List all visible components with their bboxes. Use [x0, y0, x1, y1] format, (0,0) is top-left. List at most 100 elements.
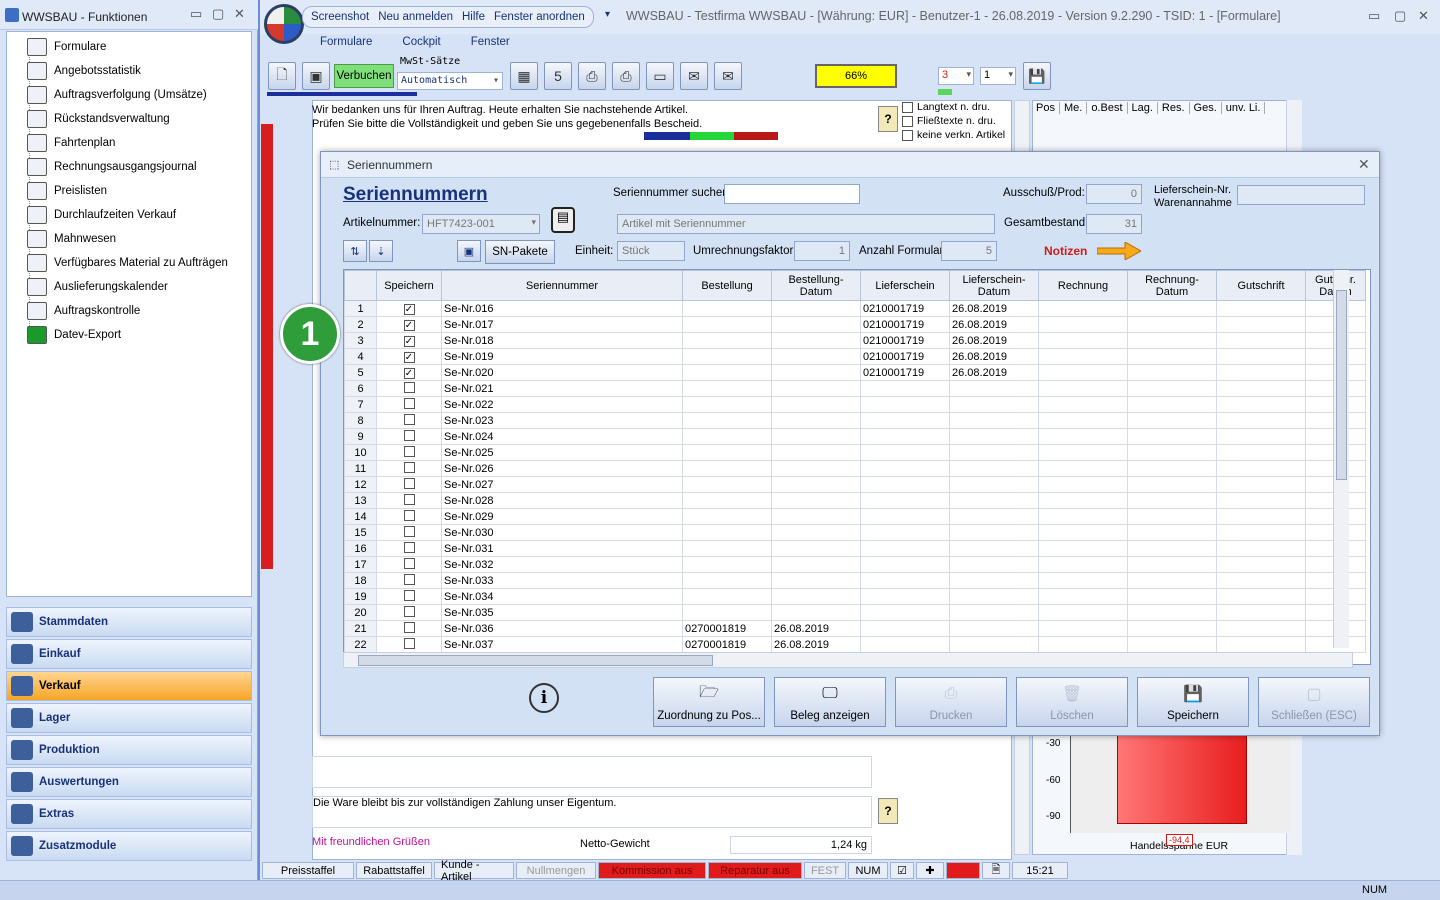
- status-rabattstaffel[interactable]: Rabattstaffel: [356, 862, 432, 879]
- nav-zusatzmodule[interactable]: Zusatzmodule: [6, 831, 252, 861]
- table-row[interactable]: 20 Se-Nr.035: [344, 604, 1366, 621]
- order-cell[interactable]: [682, 572, 772, 589]
- invoice-date-cell[interactable]: [1127, 412, 1217, 429]
- invoice-cell[interactable]: [1038, 348, 1128, 365]
- invoice-date-cell[interactable]: [1127, 636, 1217, 653]
- calculator-icon[interactable]: ▦: [510, 62, 538, 90]
- save-checkbox-cell[interactable]: [376, 604, 442, 621]
- save-checkbox[interactable]: [403, 541, 415, 553]
- serial-number-cell[interactable]: Se-Nr.019: [441, 348, 683, 365]
- save-checkbox-cell[interactable]: [376, 396, 442, 413]
- delivery-date-cell[interactable]: 26.08.2019: [949, 364, 1039, 381]
- document-icon[interactable]: 🗎: [982, 862, 1010, 879]
- save-checkbox-cell[interactable]: [376, 492, 442, 509]
- save-checkbox-cell[interactable]: [376, 540, 442, 557]
- credit-cell[interactable]: [1216, 332, 1306, 349]
- invoice-cell[interactable]: [1038, 588, 1128, 605]
- save-checkbox-cell[interactable]: [376, 460, 442, 477]
- delivery-note-cell[interactable]: [860, 556, 950, 573]
- order-date-cell[interactable]: [771, 428, 861, 445]
- doc-textfield[interactable]: [312, 756, 872, 788]
- serial-number-cell[interactable]: Se-Nr.023: [441, 412, 683, 429]
- app-logo-icon[interactable]: [264, 4, 304, 44]
- delivery-note-cell[interactable]: [860, 412, 950, 429]
- credit-cell[interactable]: [1216, 540, 1306, 557]
- position-column-header[interactable]: Me.: [1060, 102, 1088, 114]
- invoice-cell[interactable]: [1038, 332, 1128, 349]
- credit-cell[interactable]: [1216, 460, 1306, 477]
- delivery-date-cell[interactable]: 26.08.2019: [949, 348, 1039, 365]
- invoice-date-cell[interactable]: [1127, 540, 1217, 557]
- delivery-date-cell[interactable]: [949, 524, 1039, 541]
- invoice-date-cell[interactable]: [1127, 332, 1217, 349]
- order-cell[interactable]: [682, 428, 772, 445]
- main-minimize-icon[interactable]: ▭: [1368, 8, 1380, 24]
- dialog-close-icon[interactable]: ✕: [1358, 156, 1370, 173]
- order-date-cell[interactable]: [771, 492, 861, 509]
- invoice-cell[interactable]: [1038, 364, 1128, 381]
- delivery-note-cell[interactable]: [860, 476, 950, 493]
- delivery-date-cell[interactable]: 26.08.2019: [949, 332, 1039, 349]
- order-date-cell[interactable]: 26.08.2019: [771, 620, 861, 637]
- package-icon[interactable]: ▣: [302, 62, 330, 90]
- table-row[interactable]: 16 Se-Nr.031: [344, 540, 1366, 557]
- nav-extras[interactable]: Extras: [6, 799, 252, 829]
- save-checkbox-cell[interactable]: ✓: [376, 348, 442, 365]
- delivery-date-cell[interactable]: [949, 508, 1039, 525]
- löschen-button[interactable]: 🗑 Löschen: [1016, 677, 1128, 727]
- help-icon-2[interactable]: ?: [878, 798, 898, 824]
- delivery-date-cell[interactable]: [949, 572, 1039, 589]
- tree-item[interactable]: Fahrtenplan: [27, 132, 115, 154]
- save-checkbox[interactable]: [403, 573, 415, 585]
- notizen-label[interactable]: Notizen: [1044, 244, 1087, 258]
- order-cell[interactable]: [682, 492, 772, 509]
- invoice-date-cell[interactable]: [1127, 604, 1217, 621]
- page-spinner[interactable]: 1 ▾: [980, 67, 1016, 85]
- invoice-cell[interactable]: [1038, 508, 1128, 525]
- table-row[interactable]: 21 Se-Nr.036 0270001819 26.08.2019: [344, 620, 1366, 637]
- invoice-cell[interactable]: [1038, 524, 1128, 541]
- invoice-cell[interactable]: [1038, 572, 1128, 589]
- save-checkbox-cell[interactable]: [376, 508, 442, 525]
- serial-number-cell[interactable]: Se-Nr.024: [441, 428, 683, 445]
- delivery-date-cell[interactable]: [949, 620, 1039, 637]
- delivery-note-cell[interactable]: [860, 540, 950, 557]
- save-checkbox-cell[interactable]: [376, 636, 442, 653]
- serial-number-cell[interactable]: Se-Nr.037: [441, 636, 683, 653]
- invoice-cell[interactable]: [1038, 476, 1128, 493]
- order-cell[interactable]: 0270001819: [682, 620, 772, 637]
- save-checkbox[interactable]: [403, 509, 415, 521]
- save-checkbox[interactable]: ✓: [403, 367, 415, 379]
- save-checkbox[interactable]: ✓: [403, 335, 415, 347]
- tree-item[interactable]: Auftragsverfolgung (Umsätze): [27, 84, 207, 106]
- credit-cell[interactable]: [1216, 444, 1306, 461]
- copies-spinner[interactable]: 3 ▾: [938, 67, 974, 85]
- close-icon[interactable]: ✕: [234, 6, 245, 22]
- delivery-note-cell[interactable]: 0210001719: [860, 348, 950, 365]
- maximize-icon[interactable]: ▢: [212, 6, 224, 22]
- sn-pakete-button[interactable]: SN-Pakete: [485, 240, 555, 264]
- save-checkbox-cell[interactable]: [376, 476, 442, 493]
- delivery-note-cell[interactable]: [860, 428, 950, 445]
- email-icon[interactable]: ✉: [680, 62, 708, 90]
- invoice-cell[interactable]: [1038, 604, 1128, 621]
- delivery-note-cell[interactable]: [860, 508, 950, 525]
- delivery-date-cell[interactable]: 26.08.2019: [949, 316, 1039, 333]
- package-icon[interactable]: ▣: [457, 240, 481, 262]
- help-icon[interactable]: ?: [878, 106, 898, 132]
- order-cell[interactable]: [682, 556, 772, 573]
- delivery-date-cell[interactable]: [949, 428, 1039, 445]
- save-checkbox-cell[interactable]: [376, 556, 442, 573]
- artikel-select[interactable]: HFT7423-001 ▾: [422, 214, 540, 234]
- tree-item[interactable]: Rückstandsverwaltung: [27, 108, 170, 130]
- save-checkbox[interactable]: [403, 429, 415, 441]
- delivery-note-cell[interactable]: [860, 444, 950, 461]
- save-checkbox[interactable]: [403, 493, 415, 505]
- beleg-anzeigen-button[interactable]: 🖵 Beleg anzeigen: [774, 677, 886, 727]
- nav-stammdaten[interactable]: Stammdaten: [6, 607, 252, 637]
- quick-screenshot[interactable]: Screenshot: [311, 11, 369, 23]
- invoice-date-cell[interactable]: [1127, 460, 1217, 477]
- save-checkbox-cell[interactable]: ✓: [376, 332, 442, 349]
- order-date-cell[interactable]: [771, 524, 861, 541]
- invoice-date-cell[interactable]: [1127, 508, 1217, 525]
